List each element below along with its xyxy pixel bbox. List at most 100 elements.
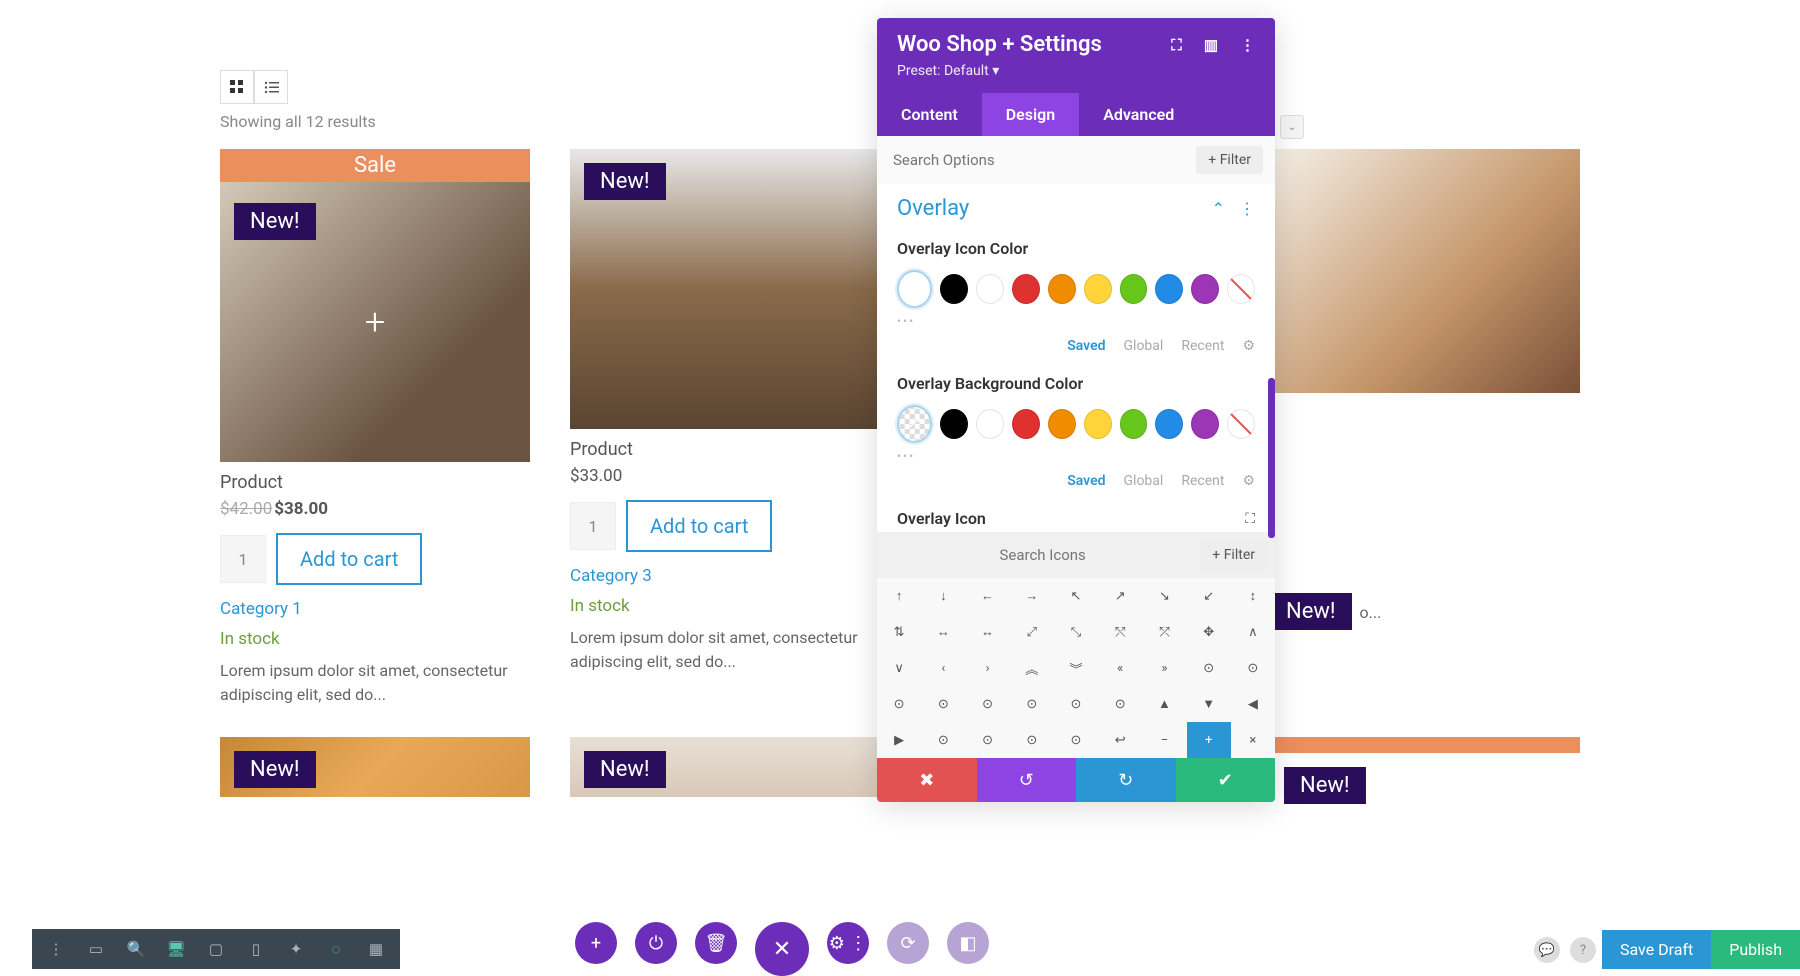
wireframe-icon[interactable]: ▭ [76, 929, 116, 969]
grid-icon[interactable]: ▦ [356, 929, 396, 969]
icon-cell[interactable]: ‹ [921, 650, 965, 686]
gear-icon[interactable]: ⚙ [1242, 338, 1255, 354]
filter-button[interactable]: + Filter [1196, 146, 1263, 174]
recent-link[interactable]: Recent [1181, 338, 1224, 354]
zoom-icon[interactable]: 🔍 [116, 929, 156, 969]
color-purple[interactable] [1191, 274, 1219, 304]
icon-cell[interactable]: − [1142, 722, 1186, 758]
delete-button[interactable]: 🗑 [695, 922, 737, 964]
icon-cell[interactable]: ↔ [965, 614, 1009, 650]
icon-cell[interactable]: ↘ [1142, 578, 1186, 614]
icon-cell[interactable]: ✥ [1187, 614, 1231, 650]
icon-cell[interactable]: ← [965, 578, 1009, 614]
color-black[interactable] [940, 274, 968, 304]
recent-link[interactable]: Recent [1181, 473, 1224, 489]
undo-button[interactable]: ↺ [977, 758, 1077, 802]
icon-cell[interactable]: ⊙ [921, 722, 965, 758]
icon-cell[interactable]: ⤢ [1010, 614, 1054, 650]
icon-cell[interactable]: ⊙ [1010, 722, 1054, 758]
gear-icon[interactable]: ⚙ [1242, 473, 1255, 489]
add-to-cart-button[interactable]: Add to cart [276, 533, 422, 585]
columns-icon[interactable]: ▥ [1204, 36, 1218, 54]
icon-cell[interactable]: ⊙ [965, 722, 1009, 758]
color-yellow[interactable] [1084, 409, 1112, 439]
close-button[interactable]: ✕ [755, 922, 809, 976]
more-icon[interactable]: ⋮ [1240, 36, 1255, 54]
section-overlay-title[interactable]: Overlay [897, 196, 969, 221]
color-red[interactable] [1012, 409, 1040, 439]
icon-cell[interactable]: ↔ [921, 614, 965, 650]
icon-cell[interactable]: ▶ [877, 722, 921, 758]
icon-cell[interactable]: ↓ [921, 578, 965, 614]
color-purple[interactable] [1191, 409, 1219, 439]
quantity-input[interactable] [220, 535, 266, 583]
quantity-input[interactable] [570, 502, 616, 550]
icon-cell[interactable]: ⊙ [1010, 686, 1054, 722]
color-red[interactable] [1012, 274, 1040, 304]
desktop-icon[interactable]: 🖥 [156, 929, 196, 969]
add-to-cart-button[interactable]: Add to cart [626, 500, 772, 552]
confirm-button[interactable]: ✔ [1176, 758, 1276, 802]
icon-cell[interactable]: ∨ [877, 650, 921, 686]
icon-cell[interactable]: › [965, 650, 1009, 686]
saved-link[interactable]: Saved [1067, 473, 1105, 489]
color-green[interactable] [1120, 409, 1148, 439]
icon-cell[interactable]: « [1098, 650, 1142, 686]
category-link[interactable]: Category 3 [570, 566, 880, 586]
menu-icon[interactable]: ⋮ [36, 929, 76, 969]
color-blue[interactable] [1155, 274, 1183, 304]
icon-cell[interactable]: ▼ [1187, 686, 1231, 722]
saved-link[interactable]: Saved [1067, 338, 1105, 354]
color-orange[interactable] [1048, 274, 1076, 304]
icon-cell[interactable]: ⤱ [1142, 614, 1186, 650]
cancel-button[interactable]: ✖ [877, 758, 977, 802]
chat-icon[interactable]: 💬 [1534, 937, 1560, 963]
color-yellow[interactable] [1084, 274, 1112, 304]
tab-design[interactable]: Design [982, 93, 1079, 136]
color-black[interactable] [940, 409, 968, 439]
tab-content[interactable]: Content [877, 93, 982, 136]
click-icon[interactable]: ✦ [276, 929, 316, 969]
category-link[interactable]: Category 1 [220, 599, 530, 619]
add-button[interactable]: + [575, 922, 617, 964]
help-icon[interactable]: ? [1570, 937, 1596, 963]
color-none[interactable] [1227, 274, 1255, 304]
list-view-button[interactable] [254, 70, 288, 104]
expand-icon[interactable]: ⛶ [1171, 36, 1182, 54]
publish-button[interactable]: Publish [1711, 930, 1800, 969]
tab-advanced[interactable]: Advanced [1079, 93, 1198, 136]
icon-cell[interactable]: ↙ [1187, 578, 1231, 614]
sort-dropdown[interactable]: ⌄ [1280, 115, 1304, 139]
icon-cell[interactable]: ⤡ [1054, 614, 1098, 650]
icon-cell[interactable]: ⤲ [1098, 614, 1142, 650]
icon-cell[interactable]: ⊙ [1187, 650, 1231, 686]
product-title[interactable]: Product [220, 472, 530, 493]
icon-cell[interactable]: ↩ [1098, 722, 1142, 758]
global-link[interactable]: Global [1124, 473, 1164, 489]
icon-cell[interactable]: ↗ [1098, 578, 1142, 614]
icon-cell[interactable]: → [1010, 578, 1054, 614]
grid-view-button[interactable] [220, 70, 254, 104]
redo-button[interactable]: ↻ [1076, 758, 1176, 802]
icon-cell[interactable]: ⊙ [1054, 686, 1098, 722]
settings-button[interactable]: ⚙ ⋮ [827, 922, 869, 964]
collapse-icon[interactable]: ⌃ [1212, 199, 1225, 218]
color-orange[interactable] [1048, 409, 1076, 439]
color-white[interactable] [976, 274, 1004, 304]
drag-handle-icon[interactable]: ••• [897, 449, 1255, 463]
icon-cell[interactable]: ︾ [1054, 650, 1098, 686]
panel-header[interactable]: Woo Shop + Settings ⛶ ▥ ⋮ Preset: Defaul… [877, 18, 1275, 93]
scrollbar-thumb[interactable] [1268, 378, 1275, 538]
icon-filter-button[interactable]: + Filter [1200, 540, 1267, 570]
icon-cell[interactable]: ▲ [1142, 686, 1186, 722]
tablet-icon[interactable]: ▢ [196, 929, 236, 969]
product-title[interactable]: Product [570, 439, 880, 460]
icon-cell[interactable]: ⊙ [965, 686, 1009, 722]
drag-handle-icon[interactable]: ••• [897, 314, 1255, 328]
search-icons-input[interactable] [885, 540, 1200, 570]
icon-cell[interactable]: ⊙ [1098, 686, 1142, 722]
icon-cell[interactable]: ⊙ [877, 686, 921, 722]
preset-label[interactable]: Preset: Default ▾ [897, 63, 1255, 79]
global-link[interactable]: Global [1124, 338, 1164, 354]
search-options-input[interactable] [889, 147, 1196, 173]
